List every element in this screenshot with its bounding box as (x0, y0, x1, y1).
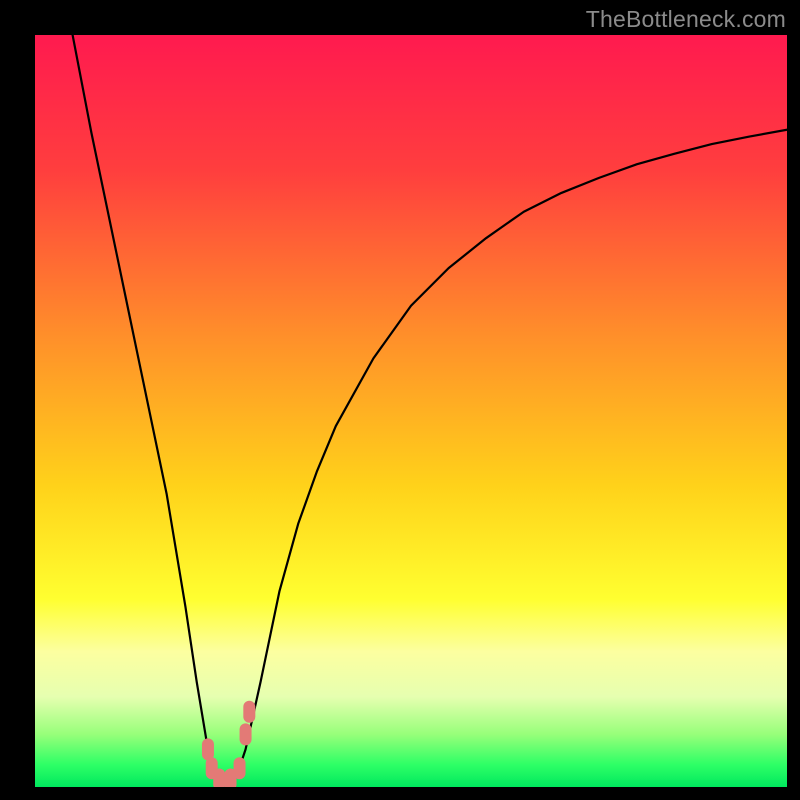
curve-marker (213, 768, 225, 787)
watermark-text: TheBottleneck.com (586, 6, 786, 33)
bottleneck-curve (73, 35, 787, 779)
curve-marker (234, 757, 246, 779)
curve-markers (202, 701, 255, 787)
curve-layer (35, 35, 787, 787)
curve-marker (243, 701, 255, 723)
chart-frame: TheBottleneck.com (0, 0, 800, 800)
plot-area (35, 35, 787, 787)
curve-marker (240, 723, 252, 745)
curve-marker (202, 738, 214, 760)
